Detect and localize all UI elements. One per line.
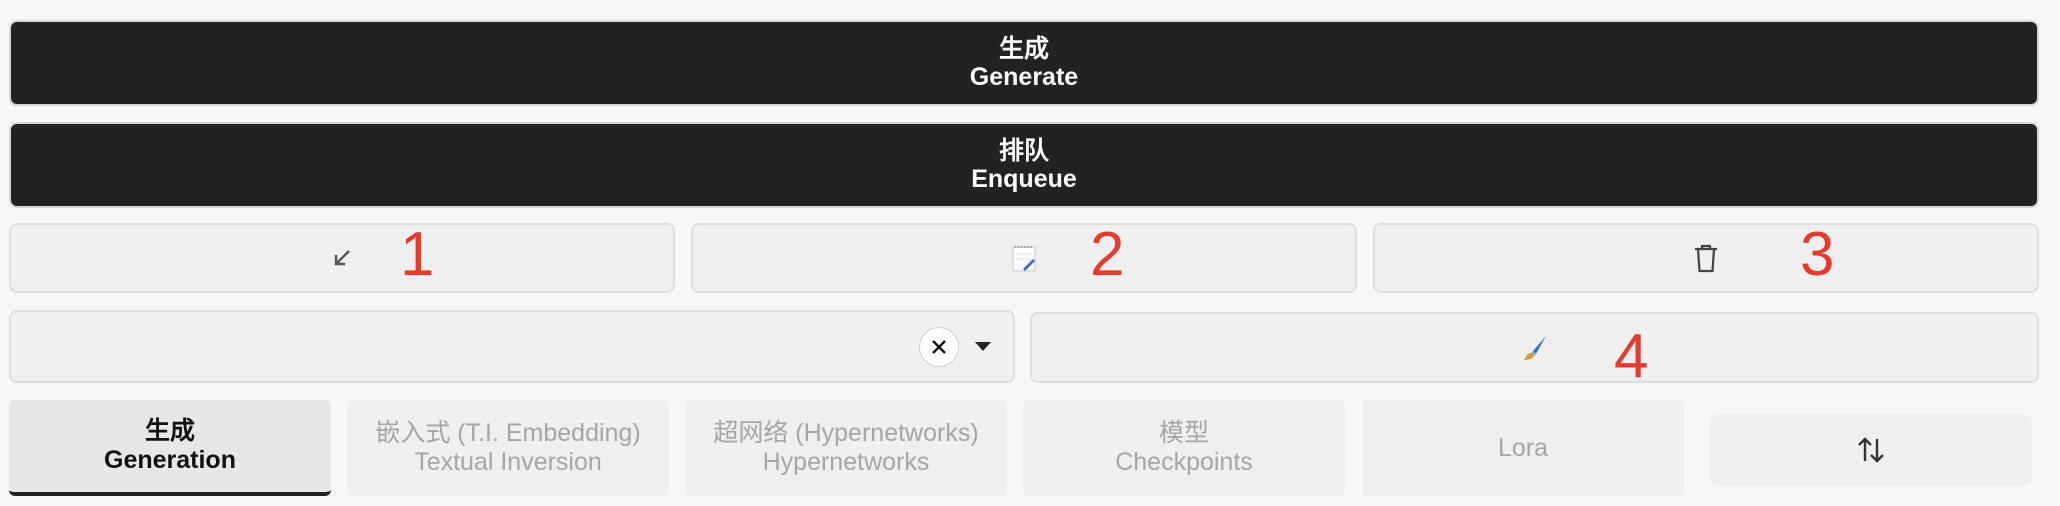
tab-generation[interactable]: 生成 Generation [9,400,331,496]
trash-button[interactable] [1373,223,2039,293]
annotation-2: 2 [1090,220,1125,289]
close-icon [930,338,948,356]
tab-lora-label: Lora [1497,433,1549,462]
clear-prompt-button[interactable] [691,223,1357,293]
tab-hypernetworks-label-zh: 超网络 (Hypernetworks) [713,419,979,447]
edit-styles-button[interactable] [1030,312,2039,383]
annotation-3: 3 [1800,220,1835,289]
tab-checkpoints-label-zh: 模型 [1158,419,1209,447]
enqueue-button-label-zh: 排队 [998,137,1049,165]
styles-dropdown[interactable] [9,310,1015,383]
generate-button-label-zh: 生成 [998,35,1049,63]
trash-icon [1692,242,1720,274]
enqueue-button[interactable]: 排队 Enqueue [9,122,2039,208]
tab-lora[interactable]: Lora [1362,400,1684,496]
tab-textual-inversion-label-en: Textual Inversion [414,448,602,476]
sort-button[interactable] [1710,414,2032,486]
tab-hypernetworks-label-en: Hypernetworks [762,448,930,476]
tab-checkpoints[interactable]: 模型 Checkpoints [1023,400,1345,496]
read-params-button[interactable] [9,223,675,293]
notepad-icon [1011,243,1037,273]
enqueue-button-label-en: Enqueue [971,165,1077,193]
tab-checkpoints-label-en: Checkpoints [1115,448,1253,476]
tab-textual-inversion-label-zh: 嵌入式 (T.I. Embedding) [375,419,641,447]
paintbrush-icon [1520,333,1550,363]
generate-button[interactable]: 生成 Generate [9,20,2039,106]
tab-generation-label-en: Generation [104,446,236,474]
generate-button-label-en: Generate [969,63,1079,91]
tab-textual-inversion[interactable]: 嵌入式 (T.I. Embedding) Textual Inversion [347,400,669,496]
clear-selection-button[interactable] [919,327,959,367]
annotation-4: 4 [1614,322,1649,391]
tab-hypernetworks[interactable]: 超网络 (Hypernetworks) Hypernetworks [685,400,1007,496]
sort-arrows-icon [1856,435,1886,465]
chevron-down-icon[interactable] [975,342,991,351]
annotation-1: 1 [400,220,435,289]
arrow-down-left-icon [331,247,353,269]
tab-generation-label-zh: 生成 [144,417,195,445]
